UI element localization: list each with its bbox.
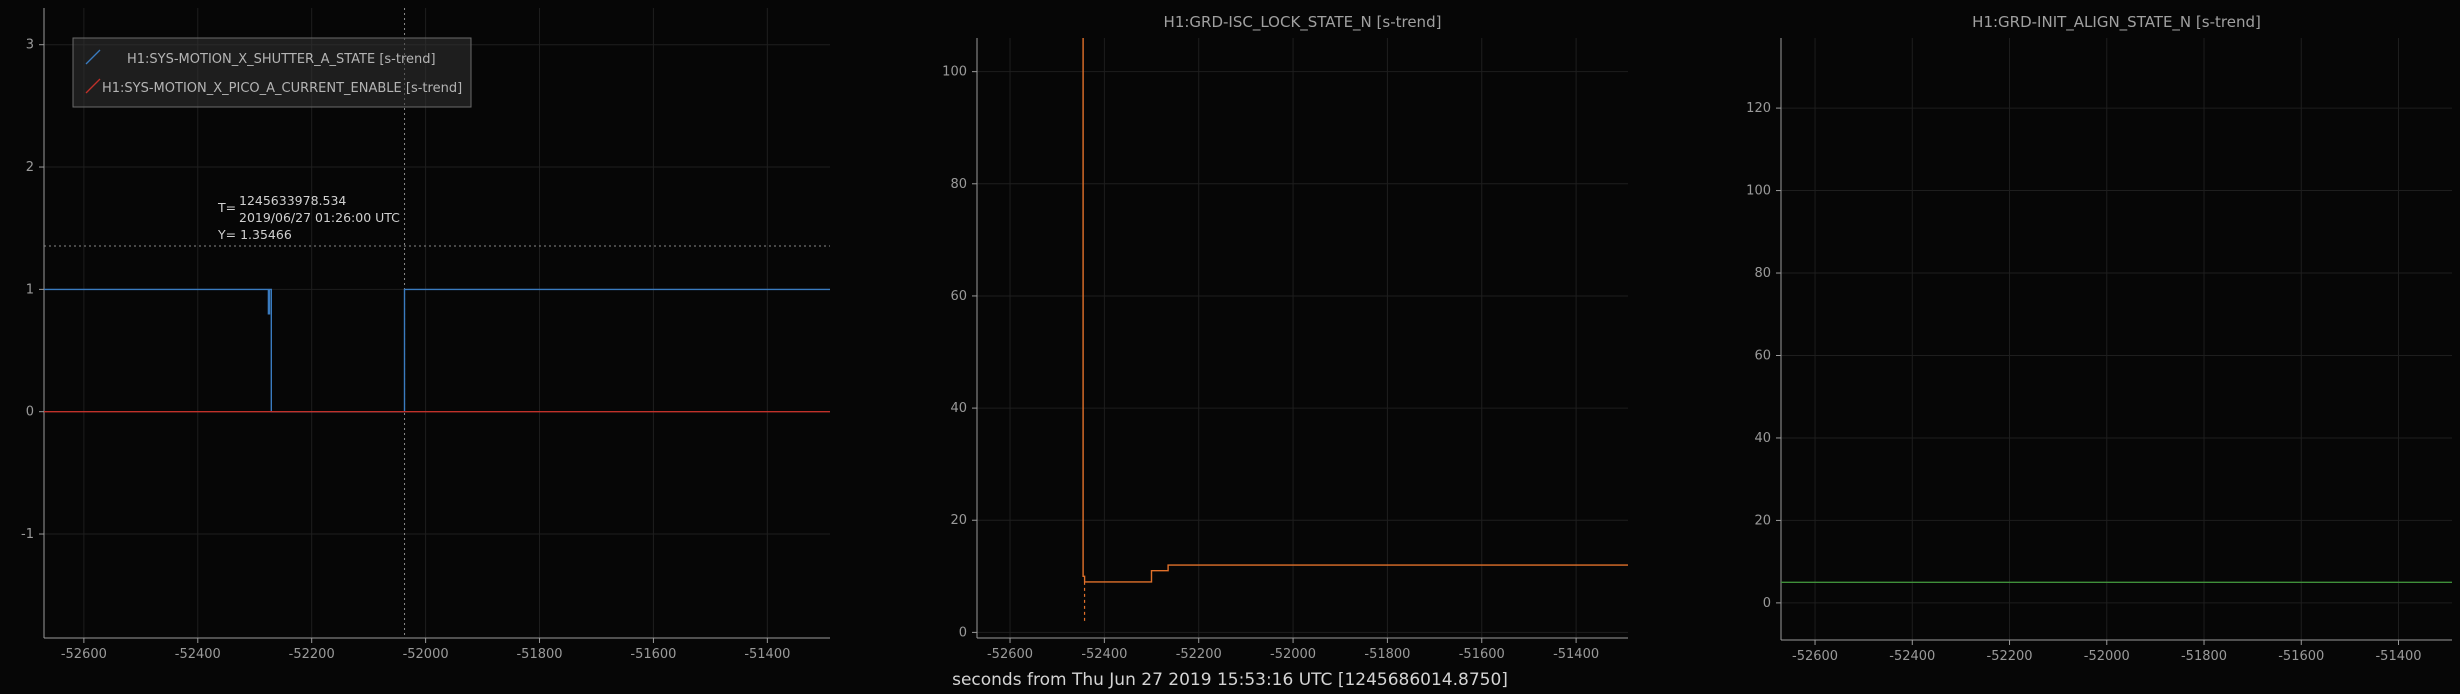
y-tick-label: 1: [26, 282, 34, 297]
y-tick-label: 80: [1754, 266, 1771, 281]
x-tick-label: -51600: [1459, 647, 1505, 662]
annotation-t-date: 2019/06/27 01:26:00 UTC: [239, 210, 400, 225]
y-tick-label: 0: [26, 405, 34, 420]
x-tick-label: -52000: [1270, 647, 1316, 662]
series-line-shutter: [44, 288, 830, 413]
annotation-y-value: Y= 1.35466: [217, 227, 292, 242]
y-tick-label: 60: [1754, 348, 1771, 363]
y-tick-label: 40: [950, 401, 967, 416]
x-tick-label: -52600: [1792, 649, 1838, 664]
legend-entry-label: H1:SYS-MOTION_X_SHUTTER_A_STATE [s-trend…: [127, 52, 436, 67]
x-tick-label: -52600: [61, 647, 107, 662]
plot-panel-shutter-pico[interactable]: -52600 -52400 -52200 -52000 -51800 -51600 -514…: [21, 8, 830, 662]
x-axis-label: seconds from Thu Jun 27 2019 15:53:16 UT…: [952, 670, 1508, 690]
y-tick-label: 60: [950, 289, 967, 304]
x-tick-label: -52000: [2084, 649, 2130, 664]
y-tick-label: 0: [1763, 596, 1771, 611]
x-tick-label: -52400: [1889, 649, 1935, 664]
legend-box: [72, 37, 472, 108]
y-tick-label: 2: [26, 160, 34, 175]
y-tick-label: 20: [950, 513, 967, 528]
x-tick-label: -52400: [175, 647, 221, 662]
y-tick-label: 100: [1746, 184, 1771, 199]
legend: H1:SYS-MOTION_X_SHUTTER_A_STATE [s-trend…: [72, 37, 472, 108]
y-tick-label: 120: [1746, 101, 1771, 116]
cursor-annotation: T= 1245633978.534 2019/06/27 01:26:00 UTC Y…: [217, 193, 400, 242]
plot-panel-isc-lock[interactable]: -52600 -52400 -52200 -52000 -51800 -51600 -514…: [942, 13, 1628, 662]
x-tick-label: -51600: [630, 647, 676, 662]
chart-canvas: -52600 -52400 -52200 -52000 -51800 -51600 -514…: [21, 8, 2452, 690]
y-tick-label: 20: [1754, 513, 1771, 528]
x-tick-label: -52200: [1987, 649, 2033, 664]
annotation-t-value: 1245633978.534: [239, 193, 346, 208]
x-tick-label: -51800: [2181, 649, 2227, 664]
y-tick-label: -1: [21, 527, 34, 542]
x-tick-label: -51400: [1553, 647, 1599, 662]
x-tick-label: -52200: [1176, 647, 1222, 662]
legend-entry-label: H1:SYS-MOTION_X_PICO_A_CURRENT_ENABLE [s…: [102, 81, 462, 96]
plot-title: H1:GRD-INIT_ALIGN_STATE_N [s-trend]: [1972, 13, 2261, 32]
x-tick-label: -52600: [987, 647, 1033, 662]
series-line-isc: [1082, 38, 1628, 583]
x-tick-label: -51400: [2375, 649, 2421, 664]
plot-title: H1:GRD-ISC_LOCK_STATE_N [s-trend]: [1164, 13, 1442, 32]
y-tick-label: 40: [1754, 431, 1771, 446]
x-tick-label: -51800: [1364, 647, 1410, 662]
x-tick-label: -51400: [744, 647, 790, 662]
annotation-t-label: T=: [217, 200, 236, 215]
x-tick-label: -52200: [289, 647, 335, 662]
plot-panel-init-align[interactable]: -52600 -52400 -52200 -52000 -51800 -51600 -514…: [1746, 13, 2452, 664]
x-tick-label: -52400: [1081, 647, 1127, 662]
y-tick-label: 3: [26, 38, 34, 53]
y-tick-label: 100: [942, 65, 967, 80]
y-tick-label: 0: [959, 625, 967, 640]
x-tick-label: -51800: [516, 647, 562, 662]
x-tick-label: -51600: [2278, 649, 2324, 664]
y-tick-label: 80: [950, 177, 967, 192]
x-tick-label: -52000: [403, 647, 449, 662]
